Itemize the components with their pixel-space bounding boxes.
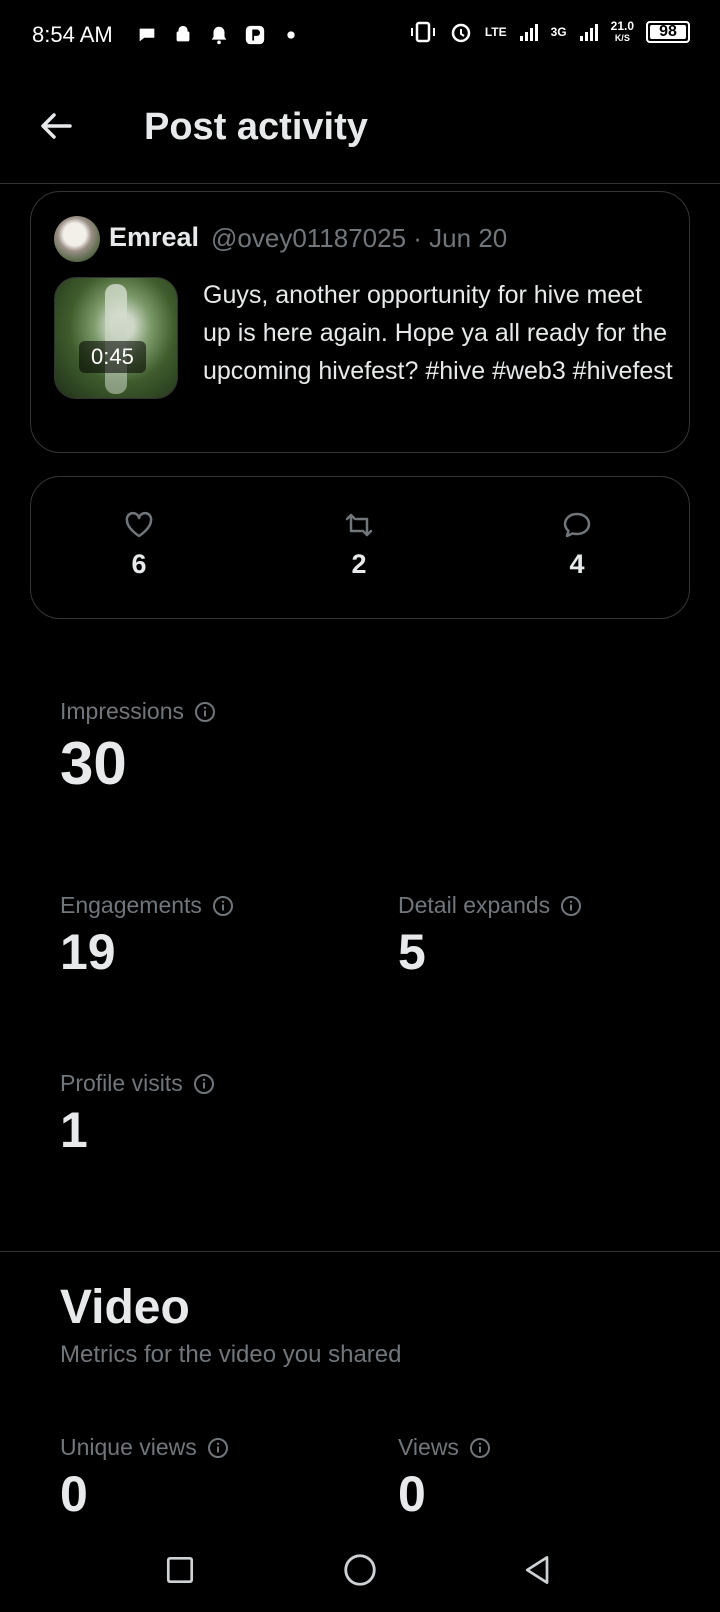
views-metric: Views 0 [398,1434,491,1523]
chat-icon [136,24,158,46]
reposts-stat: 2 [319,509,399,580]
info-icon[interactable] [194,701,216,723]
reply-icon [563,512,591,538]
battery-icon: 98 [646,21,690,43]
lte-label: LTE [484,25,507,39]
header: Post activity [0,80,720,184]
engagements-metric: Engagements 19 [60,892,234,981]
author-handle-date: @ovey01187025 · Jun 20 [211,223,508,253]
status-time: 8:54 AM [32,22,113,47]
replies-stat: 4 [537,509,617,580]
reposts-count: 2 [351,549,367,579]
dot-icon [280,24,302,46]
vibrate-icon [410,21,435,43]
unique-views-metric: Unique views 0 [60,1434,229,1523]
views-value: 0 [398,1466,426,1522]
unique-views-value: 0 [60,1466,88,1522]
unique-views-label: Unique views [60,1434,197,1460]
net-speed-unit: K/S [614,33,630,43]
triangle-back-icon [525,1556,549,1584]
net-speed-value: 21.0 [610,19,634,33]
engagements-label: Engagements [60,892,202,918]
heart-icon [125,511,153,538]
avatar[interactable] [54,216,100,262]
video-duration: 0:45 [79,341,146,373]
signal-3g-icon [579,24,598,41]
replies-count: 4 [569,549,585,579]
profile-visits-metric: Profile visits 1 [60,1070,215,1159]
likes-count: 6 [131,549,147,579]
3g-label: 3G [550,25,567,39]
post-card[interactable]: Emreal @ovey01187025 · Jun 20 0:45 Guys,… [30,191,690,453]
video-section-title: Video [60,1281,190,1334]
status-bar: 8:54 AM LTE 3G 21.0 K/S 98 [0,0,720,72]
info-icon[interactable] [560,895,582,917]
info-icon[interactable] [469,1437,491,1459]
impressions-value: 30 [60,730,127,797]
back-button[interactable] [36,106,76,146]
alarm-icon [451,23,471,43]
info-icon[interactable] [207,1437,229,1459]
circle-icon [344,1554,376,1586]
detail-expands-label: Detail expands [398,892,551,918]
net-speed: 21.0 K/S [611,20,634,44]
back-arrow-icon [41,113,72,139]
info-icon[interactable] [193,1073,215,1095]
recents-button[interactable] [152,1542,208,1598]
app-p-icon [244,24,266,46]
likes-stat: 6 [99,509,179,580]
back-nav-button[interactable] [510,1542,566,1598]
post-text: Guys, another opportunity for hive meet … [203,281,673,385]
battery-level: 98 [659,23,677,40]
detail-expands-value: 5 [398,924,426,980]
section-divider [0,1251,720,1252]
notification-icons [136,24,302,46]
views-label: Views [398,1434,459,1460]
video-thumbnail[interactable]: 0:45 [54,277,178,399]
repost-icon [345,513,373,537]
bell-icon [208,24,230,46]
home-button[interactable] [332,1542,388,1598]
info-icon[interactable] [212,895,234,917]
signal-icon [519,24,538,41]
video-section-subtitle: Metrics for the video you shared [60,1341,402,1368]
engagement-card: 6 2 4 [30,476,690,619]
android-icon [172,24,194,46]
author-name: Emreal [109,222,200,252]
system-nav-bar [0,1528,720,1612]
impressions-label: Impressions [60,698,184,724]
engagements-value: 19 [60,924,116,980]
impressions-metric: Impressions 30 [60,698,216,798]
profile-visits-value: 1 [60,1102,88,1158]
profile-visits-label: Profile visits [60,1070,183,1096]
system-icons: LTE 3G 21.0 K/S 98 [409,20,690,44]
detail-expands-metric: Detail expands 5 [398,892,582,981]
square-icon [166,1556,194,1584]
page-title: Post activity [144,106,368,148]
